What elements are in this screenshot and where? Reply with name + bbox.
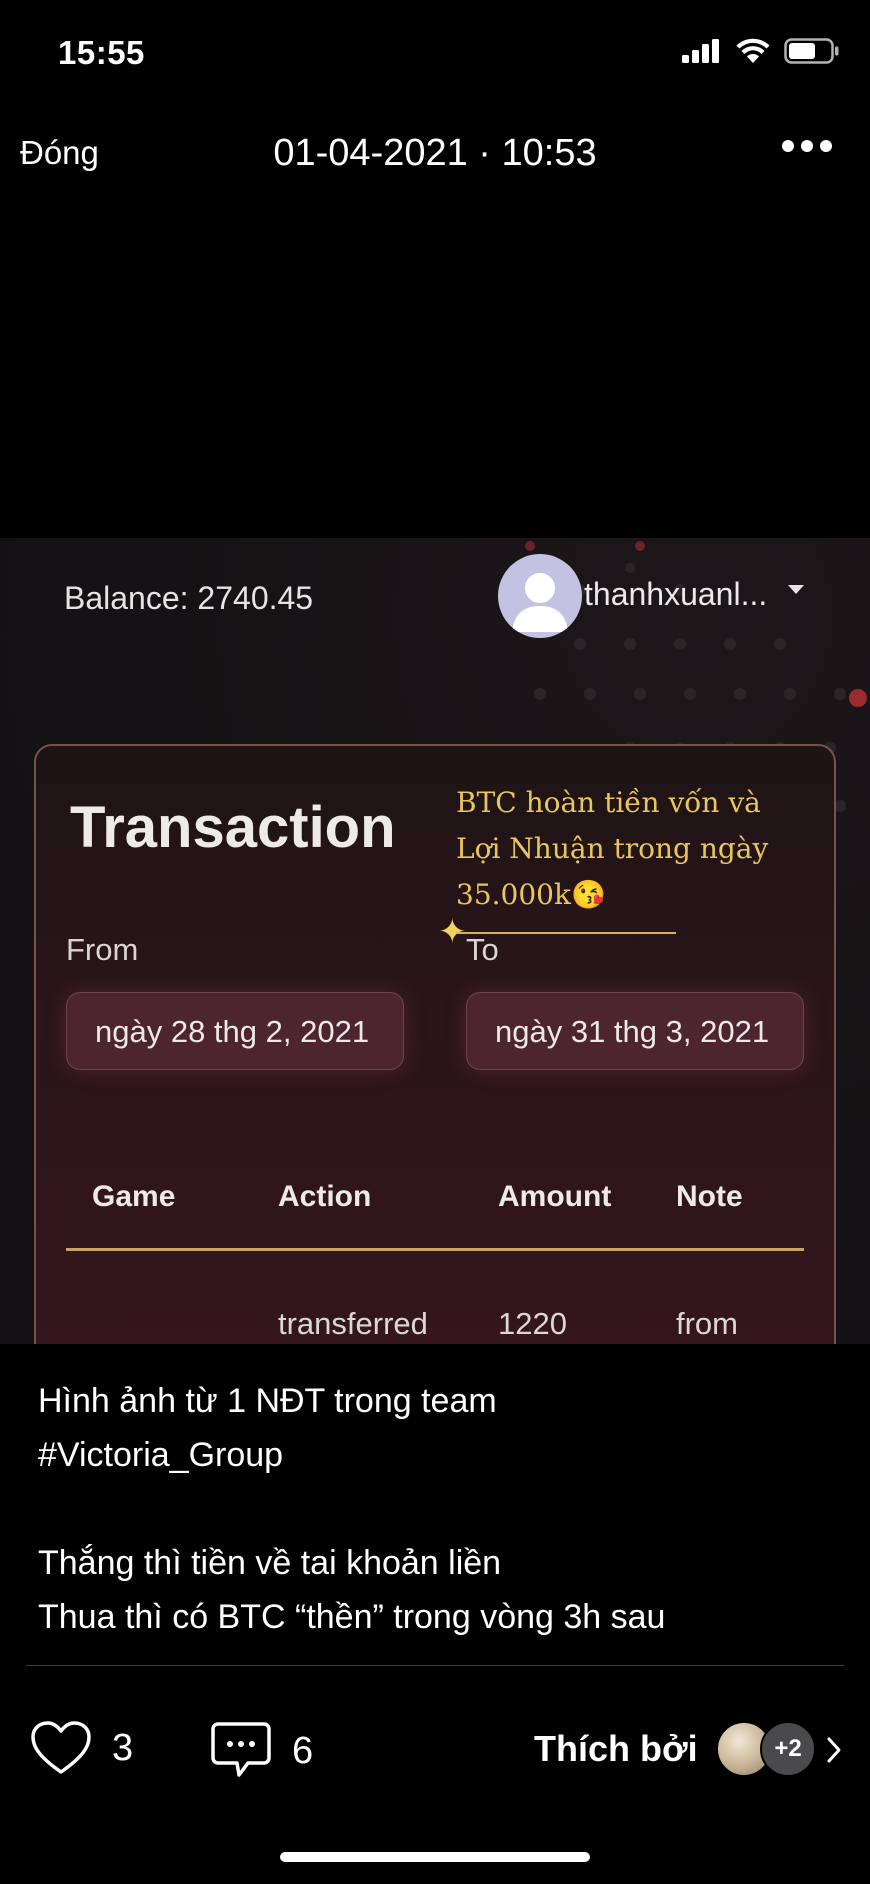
table-cell-note: from [676,1306,738,1341]
column-header-game: Game [92,1180,176,1213]
to-label: To [466,932,499,967]
column-header-amount: Amount [498,1180,612,1213]
cellular-signal-icon [682,39,719,63]
post-timestamp: 01-04-2021 · 10:53 [273,132,597,174]
battery-icon [784,38,839,64]
transaction-card: Transaction BTC hoàn tiền vốn và Lợi Nhu… [34,744,836,1344]
overlay-line-3: 35.000k😘 [456,878,606,911]
like-count: 3 [112,1726,134,1769]
caption-line [38,1482,838,1536]
post-caption: Hình ảnh từ 1 NĐT trong team #Victoria_G… [38,1374,838,1644]
to-date-value: ngày 31 thg 3, 2021 [495,1014,770,1049]
username-label: thanhxuanl... [584,576,768,612]
table-header-divider [66,1248,804,1251]
status-icons [682,38,840,64]
column-header-note: Note [676,1180,743,1213]
caption-hashtag[interactable]: #Victoria_Group [38,1428,838,1482]
chevron-right-icon[interactable] [826,1736,842,1764]
caption-line: Thắng thì tiền về tai khoản liền [38,1544,502,1582]
overlay-line-1: BTC hoàn tiền vốn và [456,786,761,819]
from-date-value: ngày 28 thg 2, 2021 [95,1014,370,1049]
post-photo[interactable]: Balance: 2740.45 thanhxuanl... Transacti… [0,538,870,1344]
column-header-action: Action [278,1180,372,1213]
dropdown-caret-icon [788,585,804,594]
overlay-annotation: BTC hoàn tiền vốn và Lợi Nhuận trong ngà… [456,780,816,918]
comment-icon [211,1722,271,1777]
table-cell-amount: 1220 [498,1306,567,1341]
user-avatar [498,554,582,638]
status-time: 15:55 [58,34,145,71]
caption-line: Hình ảnh từ 1 NĐT trong team [38,1382,497,1420]
person-icon [512,573,568,632]
heart-icon [31,1721,91,1774]
comment-count: 6 [292,1729,314,1772]
table-cell-action: transferred [278,1306,428,1341]
from-label: From [66,932,139,967]
caption-line: Thua thì có BTC “thền” trong vòng 3h sau [38,1598,666,1636]
balance-label: Balance: 2740.45 [64,580,314,616]
wifi-icon [736,38,770,63]
caption-divider [26,1665,844,1666]
like-button[interactable]: 3 [30,1720,133,1776]
to-date-field: ngày 31 thg 3, 2021 [466,992,804,1070]
more-likers-badge[interactable]: +2 [760,1721,816,1777]
home-indicator[interactable] [280,1852,590,1862]
liked-by-label[interactable]: Thích bởi [534,1728,698,1770]
overlay-line-2: Lợi Nhuận trong ngày [456,832,769,865]
comment-button[interactable]: 6 [210,1720,313,1782]
transaction-title: Transaction [70,795,396,860]
from-date-field: ngày 28 thg 2, 2021 [66,992,404,1070]
more-options-icon[interactable] [782,140,832,152]
